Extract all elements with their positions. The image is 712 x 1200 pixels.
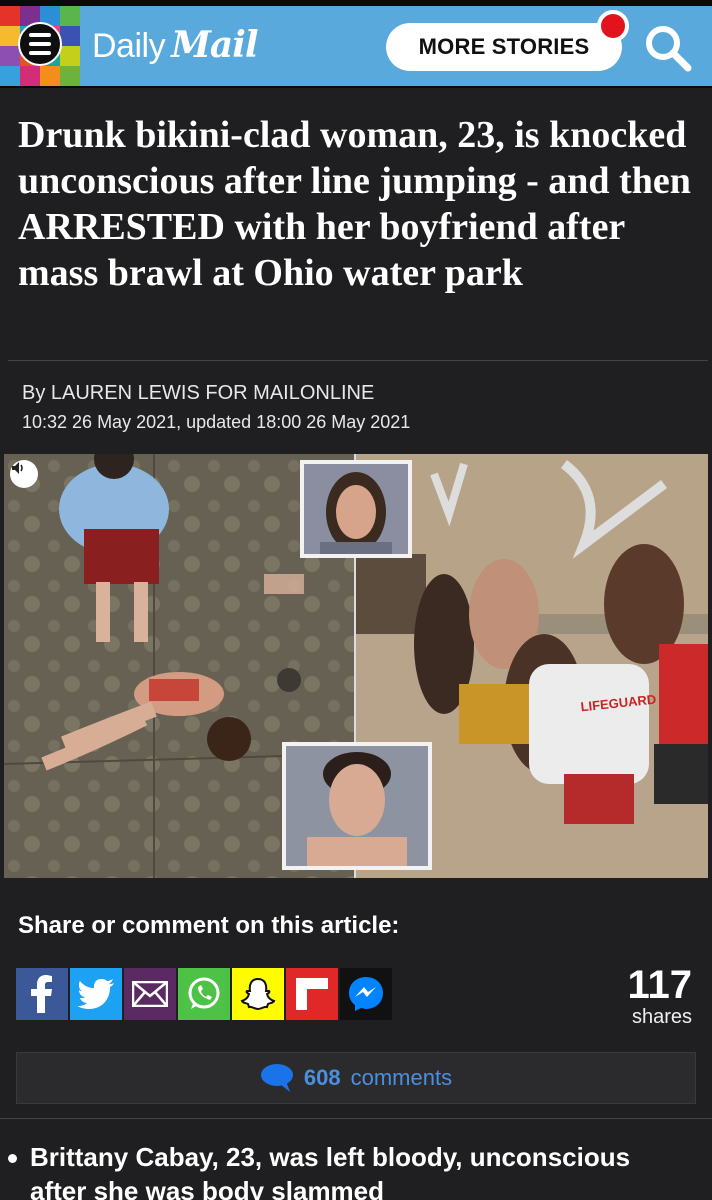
divider <box>8 360 708 361</box>
article-hero-image[interactable]: LIFEGUARD <box>4 454 708 878</box>
site-logo[interactable]: Daily Mail <box>92 24 259 68</box>
menu-icon-bar <box>29 33 51 37</box>
comments-button[interactable]: 608 comments <box>16 1052 696 1104</box>
divider <box>0 1118 712 1119</box>
menu-icon-bar <box>29 51 51 55</box>
notification-dot <box>597 10 629 42</box>
mosaic-tile <box>60 6 80 26</box>
article-headline: Drunk bikini-clad woman, 23, is knocked … <box>18 114 691 294</box>
mosaic-tile <box>60 46 80 66</box>
mosaic-tile <box>0 66 20 86</box>
byline: By LAUREN LEWIS FOR MAILONLINE <box>22 382 375 404</box>
share-count: 117 shares <box>600 964 692 1028</box>
comments-label: comments <box>350 1065 453 1090</box>
whatsapp-icon <box>188 977 220 1009</box>
facebook-share-button[interactable] <box>16 968 68 1020</box>
more-stories-button[interactable]: MORE STORIES <box>386 23 622 71</box>
logo-mail-text: Mail <box>171 24 259 66</box>
menu-button[interactable] <box>18 22 62 66</box>
share-count-number: 117 <box>627 963 692 1007</box>
share-buttons <box>16 968 392 1022</box>
messenger-icon <box>349 977 383 1011</box>
menu-icon-bar <box>29 42 51 46</box>
publish-date: 10:32 26 May 2021, updated 18:00 26 May … <box>22 412 411 432</box>
facebook-icon <box>31 975 52 1013</box>
twitter-share-button[interactable] <box>70 968 122 1020</box>
mosaic-tile <box>40 66 60 86</box>
mosaic-tile <box>60 66 80 86</box>
mosaic-tile <box>60 26 80 46</box>
mosaic-tile <box>0 46 20 66</box>
snapchat-icon <box>240 977 276 1011</box>
mugshot-woman <box>300 460 412 558</box>
share-heading: Share or comment on this article: <box>18 912 400 939</box>
mosaic-tile <box>20 66 40 86</box>
mosaic-tile <box>0 26 20 46</box>
snapchat-share-button[interactable] <box>232 968 284 1020</box>
search-icon[interactable] <box>642 22 694 74</box>
email-icon <box>132 981 168 1007</box>
summary-bullet-text: Brittany Cabay, 23, was left bloody, unc… <box>30 1142 631 1200</box>
comment-bubble-icon <box>260 1064 293 1092</box>
email-share-button[interactable] <box>124 968 176 1020</box>
flipboard-icon <box>296 978 328 1010</box>
mugshot-man <box>282 742 432 870</box>
flipboard-share-button[interactable] <box>286 968 338 1020</box>
mosaic-tile <box>0 6 20 26</box>
lifeguard-shirt <box>529 664 649 784</box>
logo-daily-text: Daily <box>92 27 166 65</box>
share-count-label: shares <box>631 1006 692 1028</box>
whatsapp-share-button[interactable] <box>178 968 230 1020</box>
comments-count: 608 <box>303 1065 341 1090</box>
messenger-share-button[interactable] <box>340 968 392 1020</box>
twitter-icon <box>78 979 114 1009</box>
bullet-dot <box>8 1154 17 1163</box>
summary-bullet: Brittany Cabay, 23, was left bloody, unc… <box>8 1140 690 1200</box>
speaker-icon <box>12 462 23 474</box>
audio-toggle[interactable] <box>10 460 38 488</box>
